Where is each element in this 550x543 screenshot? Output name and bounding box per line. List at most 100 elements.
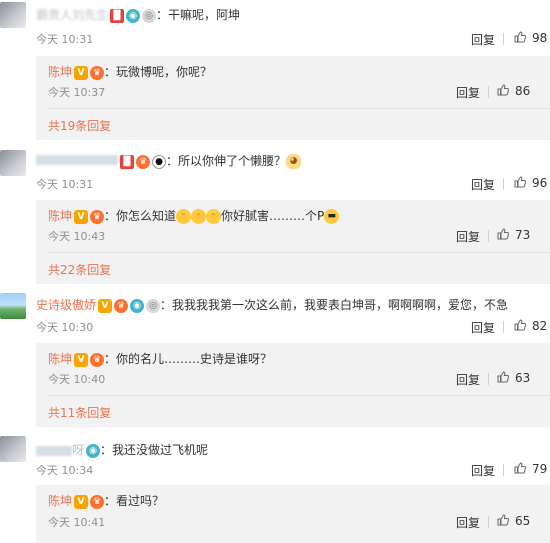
- reply-text: 看过吗？: [116, 494, 165, 508]
- divider: [488, 516, 489, 528]
- comment-header: 霸贵人刘先生 █ ◉ ◎ ：干嘛呢，阿坤: [36, 8, 241, 23]
- reply-button[interactable]: 回复: [471, 31, 495, 48]
- crown-icon: ♛: [136, 154, 150, 169]
- comment: 霸贵人刘先生 █ ◉ ◎ ：干嘛呢，阿坤 今天 10:31 回复 98 陈坤 V ♛ ：玩微博…: [0, 0, 550, 140]
- divider: [503, 464, 504, 476]
- reply-time: 今天 10:41: [48, 516, 106, 529]
- like-button[interactable]: 79: [514, 462, 547, 476]
- blurred-author-prefix: [36, 445, 72, 456]
- comment: █ ♛ ● ：所以你伸了个懒腰？ ◕ 今天 10:31 回复 96 陈坤 V ♛ ：你怎么知道…: [0, 146, 550, 284]
- more-replies-link[interactable]: 共19条回复: [48, 117, 111, 134]
- reply-time: 今天 10:40: [48, 373, 106, 386]
- like-count: 63: [515, 371, 531, 385]
- reply-author[interactable]: 陈坤: [48, 352, 72, 366]
- divider: [48, 395, 550, 396]
- like-button[interactable]: 63: [497, 371, 530, 385]
- avatar[interactable]: [0, 436, 26, 462]
- avatar[interactable]: [0, 150, 26, 176]
- like-count: 96: [532, 176, 548, 190]
- avatar[interactable]: [0, 293, 26, 319]
- reply-author[interactable]: 陈坤: [48, 65, 72, 79]
- comment-text: 我我我我第一次这么前，我要表白坤哥，啊啊啊啊，爱您，不急: [172, 298, 509, 312]
- thumbs-up-icon: [514, 31, 526, 43]
- reply-text: 你好腻害………个P: [221, 209, 325, 223]
- reply-box: 陈坤 V ♛ ：玩微博呢，你呢？ 今天 10:37 回复 86 共19条回复: [36, 56, 550, 140]
- like-count: 73: [515, 228, 531, 242]
- divider: [503, 33, 504, 45]
- like-button[interactable]: 82: [514, 319, 547, 333]
- reply-button[interactable]: 回复: [471, 319, 495, 336]
- reply-text: 玩微博呢，你呢？: [116, 65, 213, 79]
- comment-text: 我还没做过飞机呢: [112, 443, 209, 457]
- divider: [503, 178, 504, 190]
- avatar[interactable]: [0, 2, 26, 28]
- like-button[interactable]: 73: [497, 228, 530, 242]
- crown-icon: ♛: [90, 352, 105, 367]
- thumbs-up-icon: [514, 462, 526, 474]
- reply-box: 陈坤 V ♛ ：你的名儿………史诗是谁呀？ 今天 10:40 回复 63 共11条回复: [36, 343, 550, 427]
- comment-author[interactable]: [36, 155, 118, 165]
- vip-v-icon: V: [74, 352, 89, 367]
- thumbs-up-icon: [514, 176, 526, 188]
- reply-header: 陈坤 V ♛ ：你怎么知道 ᵕ ᵕ ᵕ 你好腻害………个P ▬: [48, 207, 340, 224]
- like-button[interactable]: 65: [497, 514, 530, 528]
- reply-box: 陈坤 V ♛ ：看过吗？ 今天 10:41 回复 65: [36, 485, 550, 543]
- more-replies-link[interactable]: 共22条回复: [48, 261, 111, 278]
- reply-author[interactable]: 陈坤: [48, 494, 72, 508]
- vip-v-icon: V: [98, 298, 113, 313]
- comment-author[interactable]: 霸贵人刘先生: [36, 8, 108, 22]
- reply-button[interactable]: 回复: [471, 462, 495, 479]
- thumbs-up-icon: [514, 319, 526, 331]
- crown-icon: ♛: [114, 298, 129, 313]
- comment-time: 今天 10:31: [36, 33, 94, 46]
- reply-text: 你怎么知道: [116, 209, 177, 223]
- medal-icon: ◎: [142, 8, 157, 23]
- crown-icon: ♛: [90, 494, 105, 509]
- reply-header: 陈坤 V ♛ ：你的名儿………史诗是谁呀？: [48, 352, 273, 367]
- crown-icon: ♛: [90, 209, 105, 224]
- member-badge-icon: █: [110, 8, 125, 23]
- thumbs-up-icon: [497, 228, 509, 240]
- comment-time: 今天 10:31: [36, 178, 94, 191]
- reply-author[interactable]: 陈坤: [48, 209, 72, 223]
- comment: 史诗级傲娇 V ♛ ◉ ◎ ：我我我我第一次这么前，我要表白坤哥，啊啊啊啊，爱您，不急 今…: [0, 289, 550, 427]
- like-button[interactable]: 98: [514, 31, 547, 45]
- divider: [488, 230, 489, 242]
- comment: 呀 ◉ ：我还没做过飞机呢 今天 10:34 回复 79 陈坤 V ♛ ：看过吗？ 今天 …: [0, 432, 550, 543]
- comment-header: 呀 ◉ ：我还没做过飞机呢: [36, 441, 208, 458]
- like-count: 86: [515, 84, 531, 98]
- comment-header: █ ♛ ● ：所以你伸了个懒腰？ ◕: [36, 152, 302, 169]
- reply-button[interactable]: 回复: [456, 514, 480, 531]
- crown-icon: ♛: [90, 65, 105, 80]
- vip-v-icon: V: [74, 209, 89, 224]
- divider: [488, 86, 489, 98]
- comment-text: 干嘛呢，阿坤: [168, 8, 241, 22]
- divider: [48, 252, 550, 253]
- comment-text: 所以你伸了个懒腰？: [178, 154, 287, 168]
- like-count: 79: [532, 462, 548, 476]
- reply-button[interactable]: 回复: [456, 228, 480, 245]
- vip-v-icon: V: [74, 65, 89, 80]
- comment-time: 今天 10:30: [36, 321, 94, 334]
- reply-header: 陈坤 V ♛ ：玩微博呢，你呢？: [48, 65, 213, 80]
- sleepy-emoji-icon: ᵕ: [191, 209, 207, 224]
- comment-header: 史诗级傲娇 V ♛ ◉ ◎ ：我我我我第一次这么前，我要表白坤哥，啊啊啊啊，爱您，不急: [36, 298, 509, 313]
- like-button[interactable]: 86: [497, 84, 530, 98]
- more-replies-link[interactable]: 共11条回复: [48, 404, 111, 421]
- reply-text: 你的名儿………史诗是谁呀？: [116, 352, 273, 366]
- sleepy-emoji-icon: ᵕ: [206, 209, 222, 224]
- reply-button[interactable]: 回复: [456, 84, 480, 101]
- divider: [48, 108, 550, 109]
- reply-button[interactable]: 回复: [456, 371, 480, 388]
- reply-button[interactable]: 回复: [471, 176, 495, 193]
- like-count: 65: [515, 514, 531, 528]
- comment-time: 今天 10:34: [36, 464, 94, 477]
- comment-author[interactable]: 呀: [72, 443, 84, 457]
- like-button[interactable]: 96: [514, 176, 547, 190]
- comment-author[interactable]: 史诗级傲娇: [36, 298, 96, 312]
- sleepy-emoji-icon: ᵕ: [176, 209, 192, 224]
- reply-time: 今天 10:37: [48, 86, 106, 99]
- reply-time: 今天 10:43: [48, 230, 106, 243]
- reply-header: 陈坤 V ♛ ：看过吗？: [48, 494, 165, 509]
- divider: [503, 321, 504, 333]
